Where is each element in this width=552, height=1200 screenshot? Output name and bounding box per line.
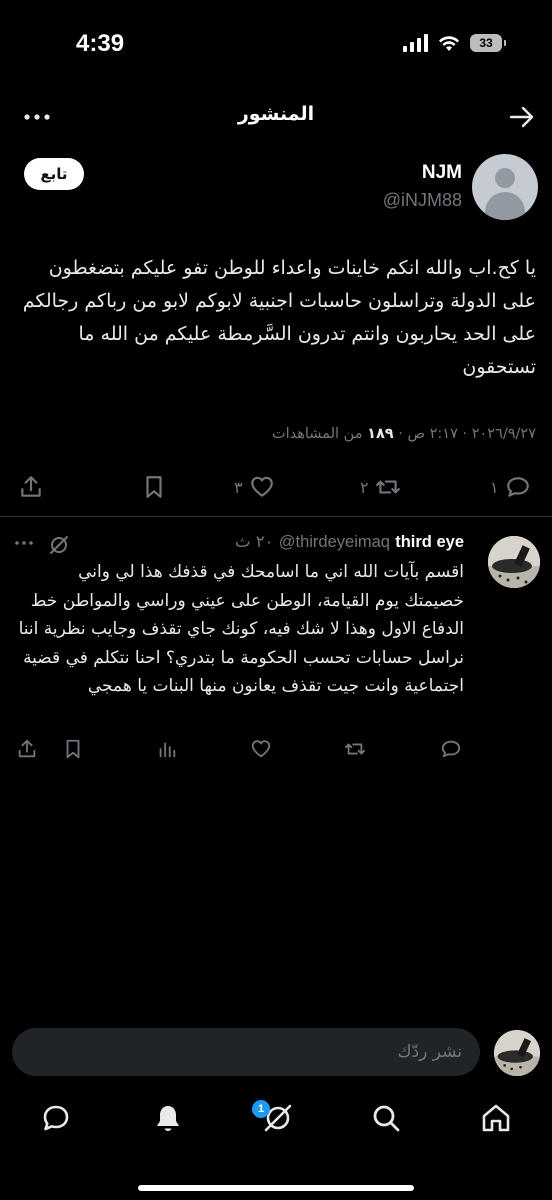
- author-name[interactable]: NJM: [422, 162, 462, 184]
- bookmark-button[interactable]: [141, 474, 167, 500]
- views-count: ١٨٩: [367, 426, 394, 442]
- bottom-nav: 1: [0, 1080, 552, 1160]
- status-icons: 33: [403, 34, 506, 52]
- wifi-icon: [439, 36, 459, 51]
- home-icon[interactable]: [480, 1102, 512, 1134]
- reply-button[interactable]: [440, 738, 462, 760]
- grok-icon[interactable]: [48, 534, 70, 556]
- status-bar: 4:39 33: [0, 0, 552, 90]
- like-icon: [250, 476, 273, 497]
- search-icon[interactable]: [370, 1102, 402, 1134]
- home-indicator: [138, 1185, 414, 1191]
- avatar[interactable]: [494, 1030, 540, 1076]
- share-button[interactable]: [18, 474, 44, 500]
- reply-author-name[interactable]: third eye: [395, 533, 464, 551]
- messages-icon[interactable]: [40, 1102, 72, 1134]
- status-time: 4:39: [76, 30, 125, 57]
- battery-icon: 33: [470, 34, 506, 52]
- page-title: المنشور: [237, 103, 315, 125]
- like-count: ٣: [234, 477, 243, 497]
- repost-count: ٢: [360, 477, 369, 497]
- author-handle[interactable]: @iNJM88: [383, 190, 462, 211]
- post-text: يا كح.اب والله انكم خاينات واعداء للوطن …: [22, 257, 536, 378]
- repost-icon: [375, 480, 400, 494]
- back-arrow-icon[interactable]: [508, 103, 536, 131]
- reply-icon: [441, 740, 461, 758]
- reply-text: اقسم بآيات الله اني ما اسامحك في قذفك هذ…: [18, 562, 464, 696]
- reply-input[interactable]: [12, 1028, 480, 1076]
- bookmark-icon: [146, 476, 162, 498]
- battery-level: 33: [479, 36, 493, 50]
- reply-header: ٢٠ ث @thirdeyeimaq third eye: [14, 532, 464, 552]
- more-icon[interactable]: [14, 540, 34, 546]
- views-button[interactable]: [156, 738, 178, 760]
- reply-icon: [506, 477, 529, 497]
- repost-button[interactable]: ٢: [360, 474, 401, 500]
- reply-button[interactable]: ١: [490, 474, 531, 500]
- follow-button[interactable]: تابع: [24, 158, 84, 190]
- signal-icon: [403, 34, 428, 52]
- repost-button[interactable]: [344, 738, 366, 760]
- notifications-icon[interactable]: [152, 1102, 184, 1134]
- repost-icon: [344, 743, 366, 755]
- page-header: المنشور: [0, 95, 552, 139]
- reply-actions: [0, 736, 552, 766]
- post-actions: ٣ ٢ ١: [0, 466, 552, 506]
- like-button[interactable]: [250, 738, 272, 760]
- views-label: من المشاهدات: [271, 426, 363, 442]
- like-button[interactable]: ٣: [234, 474, 275, 500]
- reply-compose-bar: [0, 1028, 552, 1078]
- share-button[interactable]: [16, 738, 38, 760]
- notification-badge: 1: [252, 1100, 270, 1118]
- bookmark-icon: [66, 739, 80, 759]
- like-icon: [251, 740, 271, 758]
- avatar[interactable]: [488, 536, 540, 588]
- share-icon: [18, 739, 36, 758]
- reply-time: ٢٠ ث: [234, 532, 274, 551]
- bookmark-button[interactable]: [62, 738, 84, 760]
- avatar[interactable]: [472, 154, 538, 220]
- divider: [0, 516, 552, 517]
- views-icon: [159, 742, 176, 758]
- reply-count: ١: [490, 477, 499, 497]
- post-timestamp: ٢٠٢٦/٩/٢٧ · ٢:١٧ ص: [407, 426, 536, 442]
- reply-handle[interactable]: @thirdeyeimaq: [279, 533, 390, 551]
- post-meta: ٢٠٢٦/٩/٢٧ · ٢:١٧ ص · ١٨٩ من المشاهدات: [271, 426, 536, 442]
- share-icon: [21, 476, 41, 497]
